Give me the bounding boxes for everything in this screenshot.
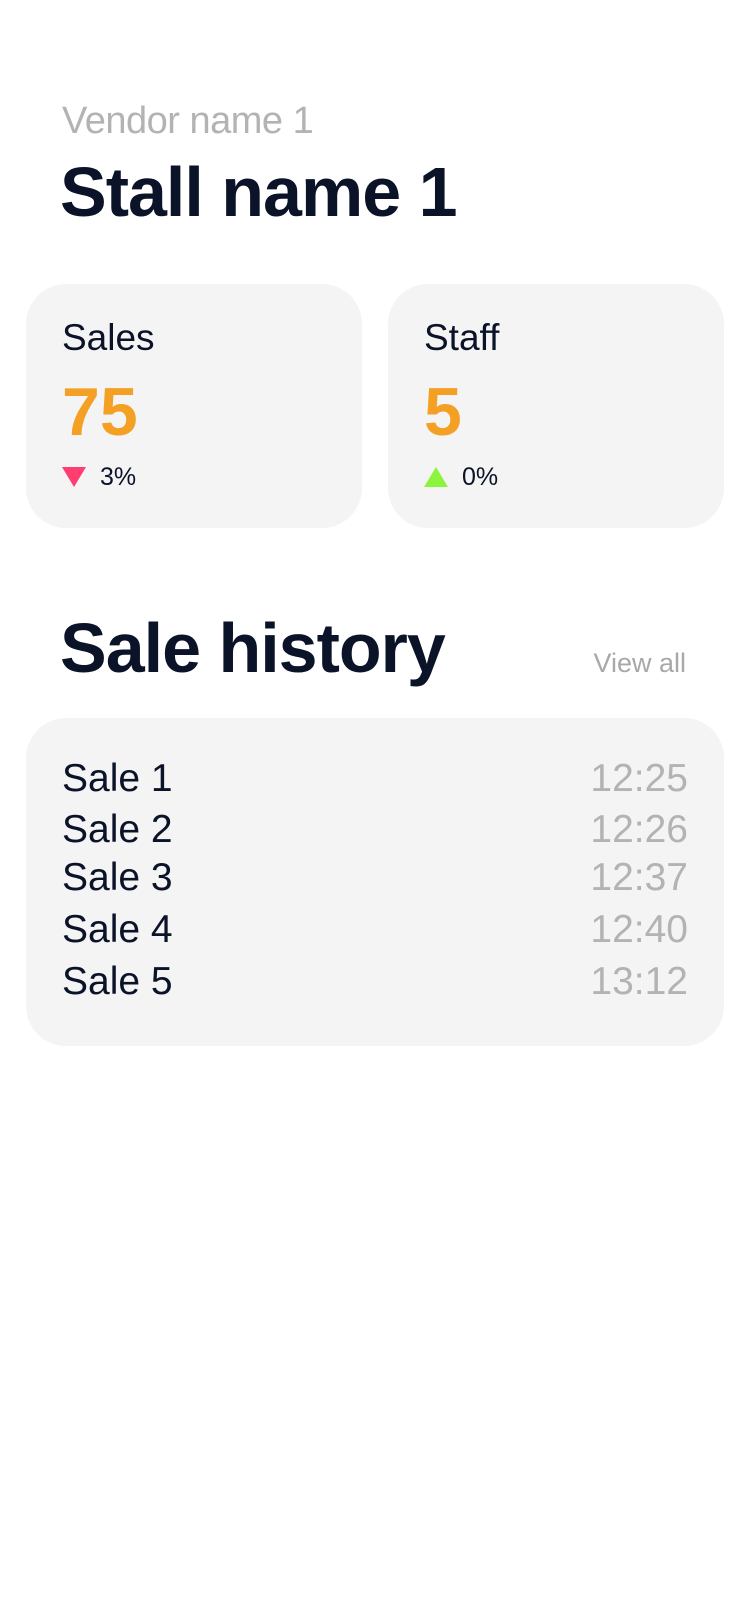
staff-value: 5 — [424, 374, 462, 450]
sales-value: 75 — [62, 374, 138, 450]
staff-change: 0% — [424, 462, 498, 492]
sale-history-row[interactable]: Sale 2 12:26 — [62, 805, 688, 855]
sale-history-row[interactable]: Sale 3 12:37 — [62, 853, 688, 903]
trend-down-icon — [62, 467, 86, 487]
staff-label: Staff — [424, 317, 500, 358]
sales-label: Sales — [62, 317, 155, 358]
stall-name-title: Stall name 1 — [60, 153, 458, 231]
trend-up-icon — [424, 467, 448, 487]
sale-name: Sale 3 — [62, 856, 173, 899]
sale-history-row[interactable]: Sale 5 13:12 — [62, 957, 688, 1007]
sale-name: Sale 2 — [62, 808, 173, 851]
sales-change-percent: 3% — [100, 463, 137, 491]
sale-name: Sale 1 — [62, 757, 173, 800]
sale-history-list: Sale 1 12:25 Sale 2 12:26 Sale 3 12:37 S… — [26, 718, 724, 1046]
view-all-link[interactable]: View all — [593, 646, 686, 680]
staff-change-percent: 0% — [462, 463, 499, 491]
sale-history-row[interactable]: Sale 4 12:40 — [62, 905, 688, 955]
sale-time: 12:37 — [590, 856, 688, 899]
sale-time: 12:26 — [590, 808, 688, 851]
sale-time: 13:12 — [590, 960, 688, 1003]
sale-name: Sale 4 — [62, 908, 173, 951]
sale-history-row[interactable]: Sale 1 12:25 — [62, 754, 688, 804]
sale-time: 12:40 — [590, 908, 688, 951]
sales-change: 3% — [62, 462, 136, 492]
sale-name: Sale 5 — [62, 960, 173, 1003]
staff-stat-card[interactable]: Staff 5 0% — [388, 284, 724, 528]
sale-history-title: Sale history — [60, 609, 446, 687]
vendor-name: Vendor name 1 — [62, 100, 314, 142]
sale-time: 12:25 — [590, 757, 688, 800]
sales-stat-card[interactable]: Sales 75 3% — [26, 284, 362, 528]
